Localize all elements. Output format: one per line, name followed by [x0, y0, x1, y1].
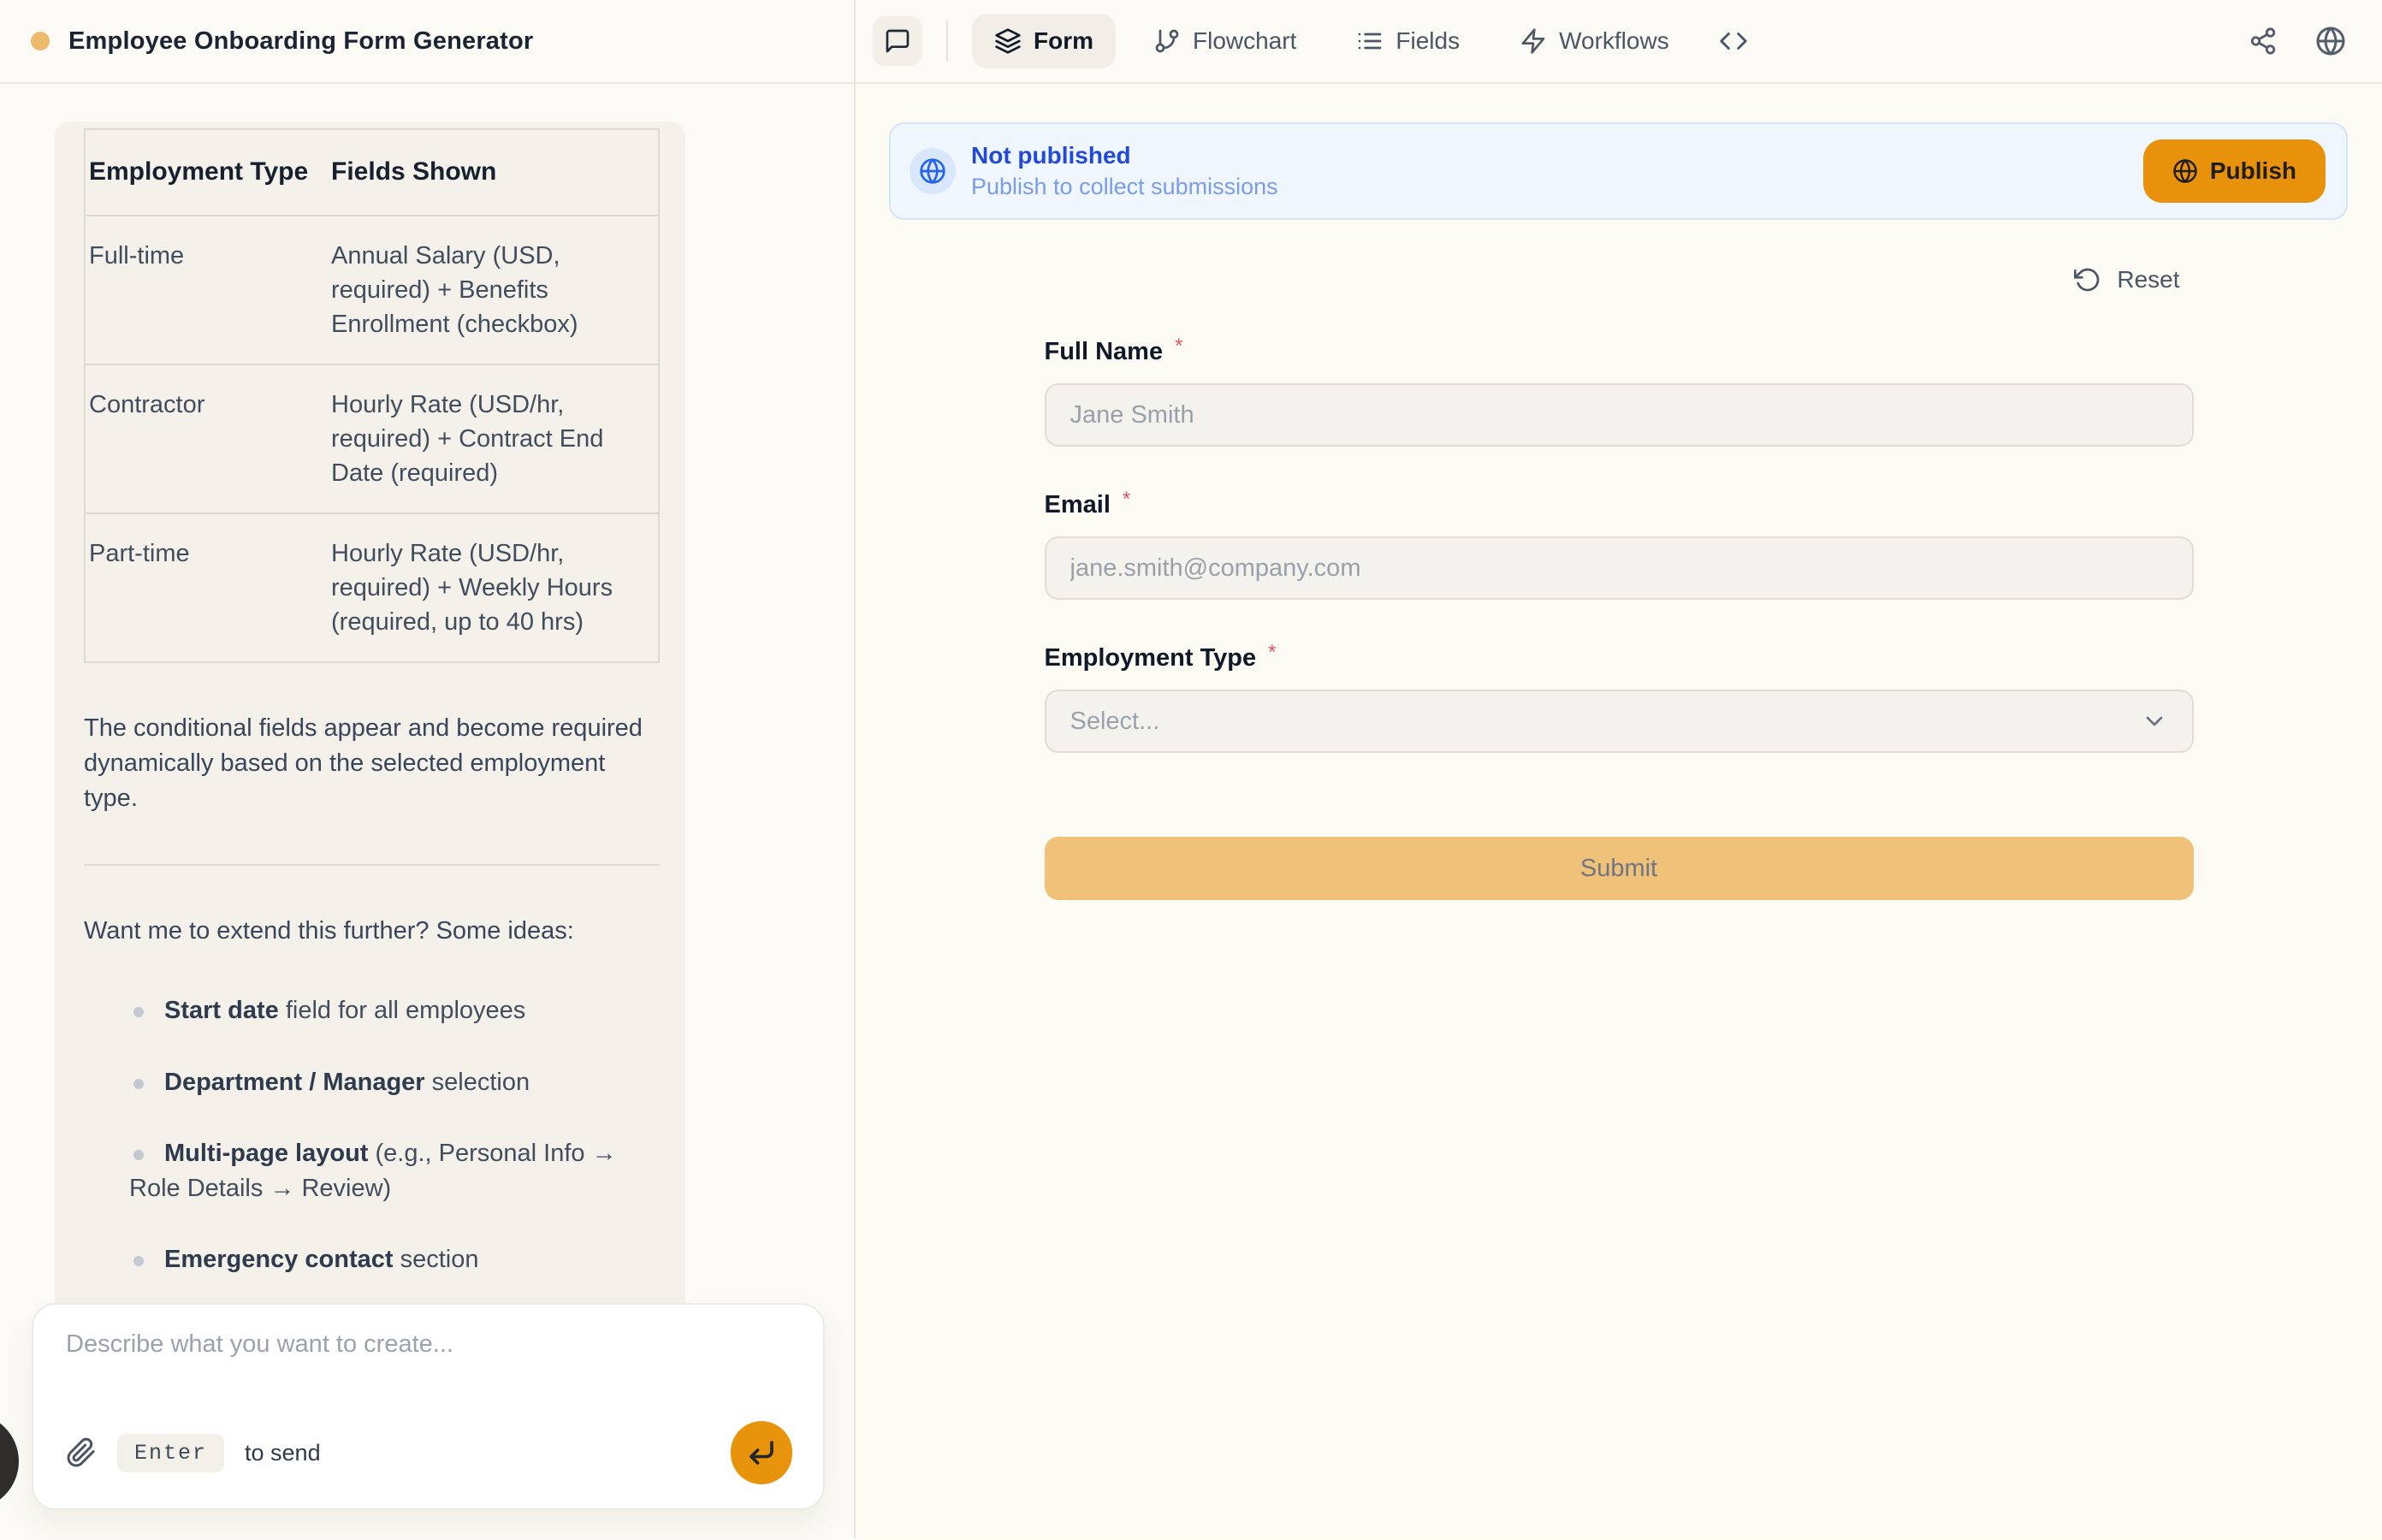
- enter-key-hint: Enter: [117, 1434, 224, 1472]
- banner-title: Not published: [971, 142, 1278, 169]
- form-preview-panel: Not published Publish to collect submiss…: [856, 84, 2382, 1538]
- list-item: Department / Manager selection: [84, 1065, 660, 1100]
- git-branch-icon: [1153, 27, 1181, 55]
- assistant-message: Employment Type Fields Shown Full-time A…: [55, 121, 685, 1325]
- tab-form[interactable]: Form: [972, 14, 1116, 68]
- table-row: Full-time Annual Salary (USD, required) …: [85, 216, 659, 364]
- share-icon: [2249, 27, 2278, 56]
- chat-sidebar: Employment Type Fields Shown Full-time A…: [0, 84, 856, 1538]
- table-cell-type: Part-time: [85, 513, 328, 662]
- layers-icon: [994, 27, 1022, 55]
- ideas-intro: Want me to extend this further? Some ide…: [84, 914, 660, 949]
- list-item: Start date field for all employees: [84, 993, 660, 1028]
- field-employment-type: Employment Type* Select...: [1045, 641, 2194, 753]
- field-full-name: Full Name*: [1045, 335, 2194, 447]
- table-row: Contractor Hourly Rate (USD/hr, required…: [85, 364, 659, 513]
- chat-input[interactable]: [66, 1330, 792, 1407]
- project-title: Employee Onboarding Form Generator: [68, 27, 533, 56]
- publish-button-label: Publish: [2210, 157, 2296, 185]
- globe-icon: [2172, 158, 2198, 184]
- generated-form: Reset Full Name* Email* Employment Type*…: [1045, 266, 2194, 900]
- send-button[interactable]: [731, 1421, 792, 1484]
- email-input[interactable]: [1045, 536, 2194, 600]
- table-cell-fields: Annual Salary (USD, required) + Benefits…: [328, 216, 659, 364]
- top-right-actions: [2249, 26, 2346, 56]
- list-item: Multi-page layout (e.g., Personal Info →…: [84, 1136, 660, 1206]
- message-square-icon: [884, 27, 911, 55]
- view-tabs: Form Flowchart Fields Workflows: [972, 14, 1760, 68]
- to-send-label: to send: [245, 1440, 321, 1466]
- table-cell-fields: Hourly Rate (USD/hr, required) + Weekly …: [328, 513, 659, 662]
- reset-label: Reset: [2117, 266, 2179, 293]
- table-header-fields-shown: Fields Shown: [328, 129, 659, 216]
- table-cell-type: Contractor: [85, 364, 328, 513]
- field-email: Email*: [1045, 488, 2194, 600]
- code-icon: [1719, 27, 1748, 56]
- conditional-fields-table: Employment Type Fields Shown Full-time A…: [84, 128, 660, 663]
- employment-type-select[interactable]: Select...: [1045, 690, 2194, 753]
- select-placeholder: Select...: [1070, 708, 1160, 736]
- conditional-fields-note: The conditional fields appear and become…: [84, 711, 660, 817]
- required-asterisk: *: [1268, 641, 1276, 664]
- tab-form-label: Form: [1034, 27, 1093, 55]
- tab-code[interactable]: [1707, 14, 1760, 68]
- toolbar-divider: [946, 21, 948, 62]
- globe-icon: [919, 157, 946, 185]
- tab-workflows[interactable]: Workflows: [1497, 14, 1692, 68]
- edge-floating-button[interactable]: [0, 1413, 19, 1509]
- publish-globe-button[interactable]: [2315, 26, 2346, 56]
- banner-subtitle[interactable]: Publish to collect submissions: [971, 174, 1278, 200]
- message-divider: [84, 864, 660, 866]
- table-cell-type: Full-time: [85, 216, 328, 364]
- return-arrow-icon: [746, 1437, 777, 1468]
- table-header-row: Employment Type Fields Shown: [85, 129, 659, 216]
- banner-text: Not published Publish to collect submiss…: [971, 142, 1278, 200]
- list-icon: [1356, 27, 1384, 55]
- composer-actions: Enter to send: [66, 1421, 792, 1484]
- rotate-ccw-icon: [2074, 266, 2101, 293]
- publish-button[interactable]: Publish: [2143, 139, 2326, 203]
- tab-workflows-label: Workflows: [1559, 27, 1669, 55]
- chevron-down-icon: [2141, 708, 2168, 735]
- submit-button[interactable]: Submit: [1045, 837, 2194, 900]
- attach-button[interactable]: [66, 1437, 97, 1468]
- required-asterisk: *: [1123, 488, 1130, 511]
- publish-banner: Not published Publish to collect submiss…: [889, 122, 2348, 220]
- employment-type-label: Employment Type*: [1045, 644, 1277, 672]
- chat-panel-toggle-button[interactable]: [873, 16, 922, 66]
- globe-badge: [910, 148, 956, 194]
- globe-icon: [2315, 26, 2346, 56]
- tab-flowchart[interactable]: Flowchart: [1131, 14, 1318, 68]
- table-row: Part-time Hourly Rate (USD/hr, required)…: [85, 513, 659, 662]
- reset-row: Reset: [1045, 266, 2194, 293]
- tab-fields[interactable]: Fields: [1334, 14, 1482, 68]
- view-toolbar: Form Flowchart Fields Workflows: [856, 0, 2382, 82]
- project-header: Employee Onboarding Form Generator: [0, 0, 856, 82]
- share-button[interactable]: [2249, 27, 2278, 56]
- tab-flowchart-label: Flowchart: [1193, 27, 1296, 55]
- zap-icon: [1520, 27, 1547, 55]
- project-status-dot: [31, 32, 50, 50]
- paperclip-icon: [66, 1437, 97, 1468]
- table-cell-fields: Hourly Rate (USD/hr, required) + Contrac…: [328, 364, 659, 513]
- email-label: Email*: [1045, 491, 1131, 518]
- chat-composer: Enter to send: [32, 1303, 825, 1510]
- required-asterisk: *: [1175, 335, 1182, 358]
- ideas-list: Start date field for all employees Depar…: [84, 993, 660, 1277]
- top-bar: Employee Onboarding Form Generator Form …: [0, 0, 2382, 84]
- full-name-label: Full Name*: [1045, 338, 1183, 365]
- list-item: Emergency contact section: [84, 1242, 660, 1277]
- tab-fields-label: Fields: [1395, 27, 1460, 55]
- full-name-input[interactable]: [1045, 383, 2194, 447]
- reset-button[interactable]: Reset: [2074, 266, 2193, 293]
- table-header-employment-type: Employment Type: [85, 129, 328, 216]
